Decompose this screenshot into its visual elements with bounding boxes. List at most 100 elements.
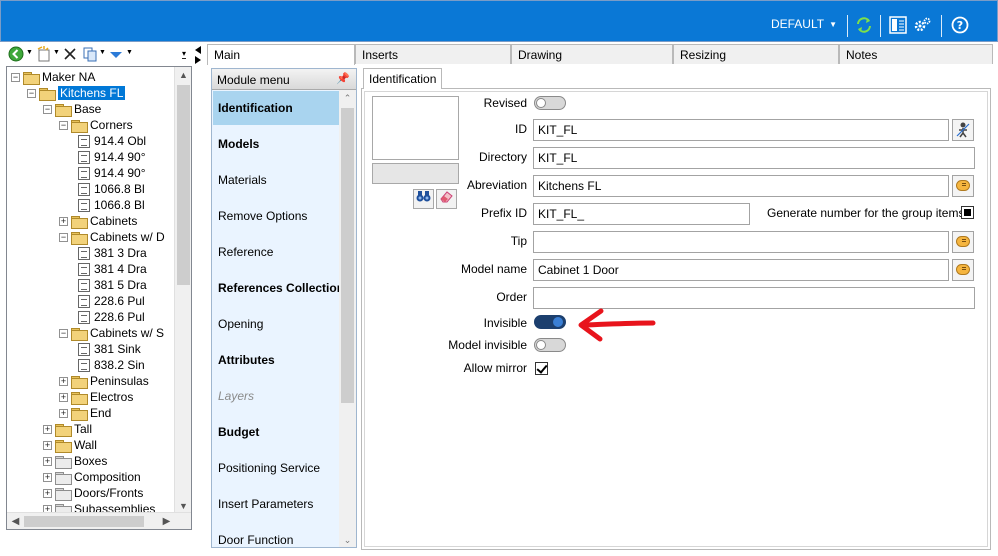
module-menu-item[interactable]: Budget bbox=[213, 415, 340, 449]
tree-item[interactable]: + Peninsulas bbox=[59, 373, 149, 390]
tree-item[interactable]: 228.6 Pul bbox=[78, 309, 145, 325]
translate-bubble-icon[interactable] bbox=[952, 175, 974, 197]
model-image-preview[interactable] bbox=[372, 96, 459, 160]
scroll-thumb[interactable] bbox=[341, 108, 354, 403]
preset-dropdown[interactable]: DEFAULT ▼ bbox=[771, 17, 837, 31]
collapse-icon[interactable]: − bbox=[43, 105, 52, 115]
tree-item[interactable]: + Wall bbox=[43, 437, 97, 454]
module-menu-item[interactable]: Reference bbox=[213, 235, 340, 269]
scroll-left-icon[interactable]: ◀ bbox=[7, 513, 24, 529]
scroll-thumb[interactable] bbox=[24, 516, 144, 527]
collapse-icon[interactable]: − bbox=[11, 73, 20, 83]
tree-item[interactable]: 914.4 90° bbox=[78, 149, 146, 165]
tree-item[interactable]: − Base bbox=[43, 101, 101, 118]
module-menu-item[interactable]: Identification bbox=[213, 91, 340, 125]
expand-icon[interactable]: + bbox=[43, 441, 52, 451]
eraser-icon[interactable] bbox=[436, 189, 457, 209]
move-icon[interactable] bbox=[109, 47, 123, 61]
scroll-up-icon[interactable]: ▲ bbox=[175, 67, 191, 83]
tree-item[interactable]: + Electros bbox=[59, 389, 133, 406]
collapse-icon[interactable]: − bbox=[59, 233, 68, 243]
module-menu-item[interactable]: Models bbox=[213, 127, 340, 161]
back-icon[interactable] bbox=[8, 46, 24, 62]
abbreviation-input[interactable]: Kitchens FL bbox=[533, 175, 949, 197]
module-menu-item[interactable]: Attributes bbox=[213, 343, 340, 377]
help-icon[interactable]: ? bbox=[951, 16, 969, 34]
translate-bubble-icon[interactable] bbox=[952, 231, 974, 253]
tree-item[interactable]: 381 Sink bbox=[78, 341, 141, 357]
tree-item[interactable]: − Corners bbox=[59, 117, 133, 134]
tree-item[interactable]: + Tall bbox=[43, 421, 92, 438]
expand-icon[interactable]: + bbox=[59, 217, 68, 227]
scroll-down-icon[interactable]: ⌄ bbox=[339, 532, 356, 547]
tab-identification[interactable]: Identification bbox=[363, 68, 443, 89]
tree-item[interactable]: 838.2 Sin bbox=[78, 357, 145, 373]
tab-main[interactable]: Main bbox=[207, 44, 355, 65]
allow-mirror-checkbox[interactable] bbox=[535, 362, 548, 375]
pin-icon[interactable]: 📌 bbox=[336, 72, 350, 85]
tree-item[interactable]: + Boxes bbox=[43, 453, 107, 470]
chevron-down-icon[interactable]: ▼ bbox=[53, 49, 60, 56]
tree-item[interactable]: 914.4 90° bbox=[78, 165, 146, 181]
module-menu-item[interactable]: Door Function bbox=[213, 523, 340, 547]
tree-item[interactable]: 1066.8 Bl bbox=[78, 197, 145, 213]
tab-resizing[interactable]: Resizing bbox=[673, 44, 839, 64]
model-name-input[interactable]: Cabinet 1 Door bbox=[533, 259, 949, 281]
directory-input[interactable]: KIT_FL bbox=[533, 147, 975, 169]
tab-drawing[interactable]: Drawing bbox=[511, 44, 673, 64]
settings-icon[interactable] bbox=[913, 16, 931, 34]
scroll-right-icon[interactable]: ▶ bbox=[158, 513, 175, 529]
delete-icon[interactable] bbox=[63, 47, 77, 61]
tree-item[interactable]: + End bbox=[59, 405, 111, 422]
scroll-up-icon[interactable]: ⌃ bbox=[339, 90, 356, 106]
tab-notes[interactable]: Notes bbox=[839, 44, 993, 64]
tree-item[interactable]: − Maker NA bbox=[11, 69, 95, 86]
tree-item[interactable]: − Cabinets w/ D bbox=[59, 229, 165, 246]
chevron-down-icon[interactable]: ▼ bbox=[99, 49, 106, 56]
tree-horizontal-scrollbar[interactable]: ◀ ▶ bbox=[7, 512, 191, 529]
tree-item[interactable]: + Doors/Fronts bbox=[43, 485, 143, 502]
generate-number-checkbox[interactable] bbox=[961, 206, 974, 219]
module-menu-item[interactable]: Opening bbox=[213, 307, 340, 341]
layout-icon[interactable] bbox=[889, 16, 907, 34]
tree-vertical-scrollbar[interactable]: ▲ ▼ bbox=[174, 67, 191, 514]
module-menu-item[interactable]: Positioning Service bbox=[213, 451, 340, 485]
refresh-icon[interactable] bbox=[855, 16, 873, 34]
tree-item[interactable]: 381 3 Dra bbox=[78, 245, 147, 261]
module-menu-item[interactable]: Insert Parameters bbox=[213, 487, 340, 521]
expand-icon[interactable]: + bbox=[43, 425, 52, 435]
expand-icon[interactable]: + bbox=[43, 473, 52, 483]
tree-item[interactable]: 1066.8 Bl bbox=[78, 181, 145, 197]
copy-icon[interactable] bbox=[82, 46, 98, 62]
collapse-icon[interactable]: − bbox=[27, 89, 36, 99]
translate-bubble-icon[interactable] bbox=[952, 259, 974, 281]
tree-item[interactable]: − Cabinets w/ S bbox=[59, 325, 164, 342]
scroll-thumb[interactable] bbox=[177, 85, 190, 285]
expand-icon[interactable]: + bbox=[59, 377, 68, 387]
toolbar-options-icon[interactable]: ▾ bbox=[182, 50, 187, 59]
collapse-icon[interactable]: − bbox=[59, 121, 68, 131]
person-link-icon[interactable] bbox=[952, 119, 974, 141]
tree-item[interactable]: 228.6 Pul bbox=[78, 293, 145, 309]
expand-icon[interactable]: + bbox=[43, 489, 52, 499]
category-tree[interactable]: +Kitchens FF+Subassemblies+Doors/Fronts+… bbox=[6, 66, 192, 530]
chevron-down-icon[interactable]: ▼ bbox=[126, 49, 133, 56]
module-menu-item[interactable]: Remove Options bbox=[213, 199, 340, 233]
tree-item[interactable]: 381 4 Dra bbox=[78, 261, 147, 277]
new-item-icon[interactable] bbox=[36, 46, 52, 62]
tab-inserts[interactable]: Inserts bbox=[355, 44, 511, 64]
invisible-toggle[interactable] bbox=[534, 315, 566, 329]
chevron-down-icon[interactable]: ▼ bbox=[26, 49, 33, 56]
id-input[interactable]: KIT_FL bbox=[533, 119, 949, 141]
module-menu-scrollbar[interactable]: ⌃ ⌄ bbox=[339, 90, 356, 547]
binoculars-icon[interactable] bbox=[413, 189, 434, 209]
model-invisible-toggle[interactable] bbox=[534, 338, 566, 352]
expand-icon[interactable]: + bbox=[59, 409, 68, 419]
tree-item[interactable]: 914.4 Obl bbox=[78, 133, 146, 149]
tree-item[interactable]: + Composition bbox=[43, 469, 141, 486]
revised-toggle[interactable] bbox=[534, 96, 566, 110]
module-menu-item[interactable]: Materials bbox=[213, 163, 340, 197]
module-menu-item[interactable]: References Collection bbox=[213, 271, 344, 305]
tree-item[interactable]: 381 5 Dra bbox=[78, 277, 147, 293]
collapse-icon[interactable]: − bbox=[59, 329, 68, 339]
